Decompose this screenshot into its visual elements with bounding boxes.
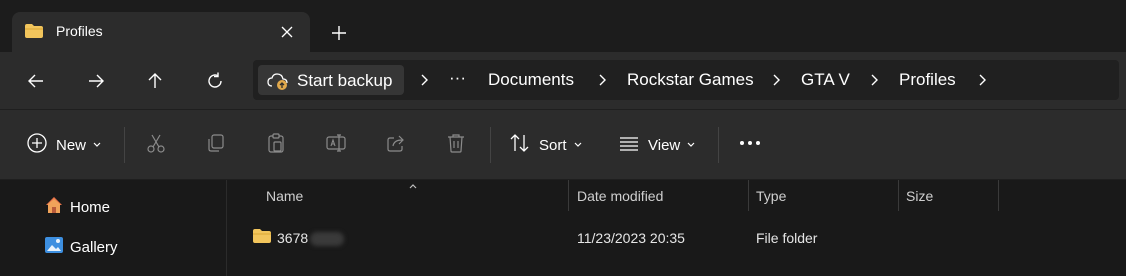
column-header-label: Date modified bbox=[577, 188, 664, 204]
sort-label: Sort bbox=[539, 136, 567, 154]
tab-title: Profiles bbox=[56, 23, 103, 39]
address-bar[interactable]: Start backup ··· Documents Rockstar Game… bbox=[253, 60, 1119, 100]
up-arrow-icon[interactable] bbox=[143, 69, 167, 93]
breadcrumb-documents[interactable]: Documents bbox=[488, 70, 574, 90]
sort-ascending-caret-icon bbox=[408, 177, 418, 195]
gallery-icon bbox=[44, 235, 64, 260]
column-header-date-modified[interactable]: Date modified bbox=[569, 180, 748, 211]
row-name-text: 3678 bbox=[277, 230, 309, 246]
toolbar-divider bbox=[490, 127, 491, 163]
tab-profiles[interactable]: Profiles bbox=[12, 12, 310, 52]
refresh-icon[interactable] bbox=[203, 69, 227, 93]
view-label: View bbox=[648, 136, 681, 154]
file-explorer-window: Profiles Start backup ··· Documents Rock… bbox=[0, 0, 1126, 276]
column-header-size[interactable]: Size bbox=[899, 180, 998, 211]
forward-arrow-icon[interactable] bbox=[84, 69, 108, 93]
breadcrumb-overflow[interactable]: ··· bbox=[449, 68, 466, 88]
chevron-down-icon bbox=[573, 136, 583, 154]
share-icon bbox=[385, 132, 407, 159]
rename-button[interactable] bbox=[325, 133, 347, 157]
chevron-right-icon[interactable] bbox=[770, 73, 782, 87]
breadcrumb-gta-v[interactable]: GTA V bbox=[801, 70, 850, 90]
breadcrumb-profiles[interactable]: Profiles bbox=[899, 70, 956, 90]
share-button[interactable] bbox=[385, 133, 407, 157]
sidebar-item-home[interactable]: Home bbox=[44, 195, 110, 219]
column-divider[interactable] bbox=[998, 180, 999, 211]
cloud-backup-icon bbox=[266, 71, 290, 96]
more-dots-icon bbox=[738, 132, 762, 159]
sidebar-item-label: Gallery bbox=[70, 238, 118, 256]
content-area: Home Gallery Name Date modified Type Siz… bbox=[0, 180, 1126, 276]
chevron-right-icon[interactable] bbox=[596, 73, 608, 87]
column-header-label: Type bbox=[756, 188, 787, 204]
delete-button[interactable] bbox=[445, 133, 467, 157]
column-header-label: Size bbox=[906, 188, 934, 204]
folder-icon bbox=[252, 228, 272, 247]
more-options-button[interactable] bbox=[738, 133, 762, 157]
scissors-icon bbox=[145, 132, 167, 159]
row-type: File folder bbox=[756, 230, 818, 246]
sidebar-item-gallery[interactable]: Gallery bbox=[44, 235, 118, 259]
folder-icon bbox=[24, 23, 44, 44]
title-bar: Profiles bbox=[0, 0, 1126, 52]
column-header-label: Name bbox=[266, 188, 304, 204]
trash-icon bbox=[445, 132, 467, 159]
column-header-name[interactable]: Name bbox=[228, 180, 568, 211]
cut-button[interactable] bbox=[145, 133, 167, 157]
new-tab-plus-icon[interactable] bbox=[328, 22, 350, 44]
start-backup-button[interactable]: Start backup bbox=[258, 65, 404, 95]
navigation-pane: Home Gallery bbox=[0, 180, 227, 276]
sidebar-item-label: Home bbox=[70, 198, 111, 216]
paste-button[interactable] bbox=[265, 132, 287, 159]
column-header-type[interactable]: Type bbox=[749, 180, 898, 211]
home-icon bbox=[44, 195, 64, 220]
sort-arrows-icon bbox=[509, 132, 531, 159]
plus-circle-icon bbox=[26, 132, 48, 159]
clipboard-icon bbox=[265, 132, 287, 159]
breadcrumb-rockstar-games[interactable]: Rockstar Games bbox=[627, 70, 754, 90]
redacted-blur bbox=[310, 232, 345, 247]
new-label: New bbox=[56, 136, 87, 154]
chevron-right-icon[interactable] bbox=[868, 73, 880, 87]
close-icon[interactable] bbox=[278, 23, 296, 41]
view-lines-icon bbox=[618, 132, 640, 159]
command-bar: New Sort View bbox=[0, 110, 1126, 180]
chevron-right-icon[interactable] bbox=[418, 73, 430, 87]
row-name: 3678 bbox=[277, 230, 345, 247]
toolbar-divider bbox=[718, 127, 719, 163]
view-button[interactable]: View bbox=[618, 133, 696, 157]
copy-button[interactable] bbox=[205, 133, 227, 157]
table-row[interactable]: 3678 11/23/2023 20:35 File folder bbox=[240, 224, 1120, 252]
chevron-down-icon bbox=[686, 136, 696, 154]
back-arrow-icon[interactable] bbox=[24, 69, 48, 93]
navigation-bar: Start backup ··· Documents Rockstar Game… bbox=[0, 52, 1126, 110]
rename-icon bbox=[325, 132, 347, 159]
new-button[interactable]: New bbox=[26, 132, 102, 159]
chevron-down-icon bbox=[92, 136, 102, 154]
copy-icon bbox=[205, 132, 227, 159]
start-backup-label: Start backup bbox=[297, 71, 393, 90]
row-date-modified: 11/23/2023 20:35 bbox=[577, 230, 685, 246]
chevron-right-icon[interactable] bbox=[976, 73, 988, 87]
toolbar-divider bbox=[124, 127, 125, 163]
sort-button[interactable]: Sort bbox=[509, 133, 583, 157]
